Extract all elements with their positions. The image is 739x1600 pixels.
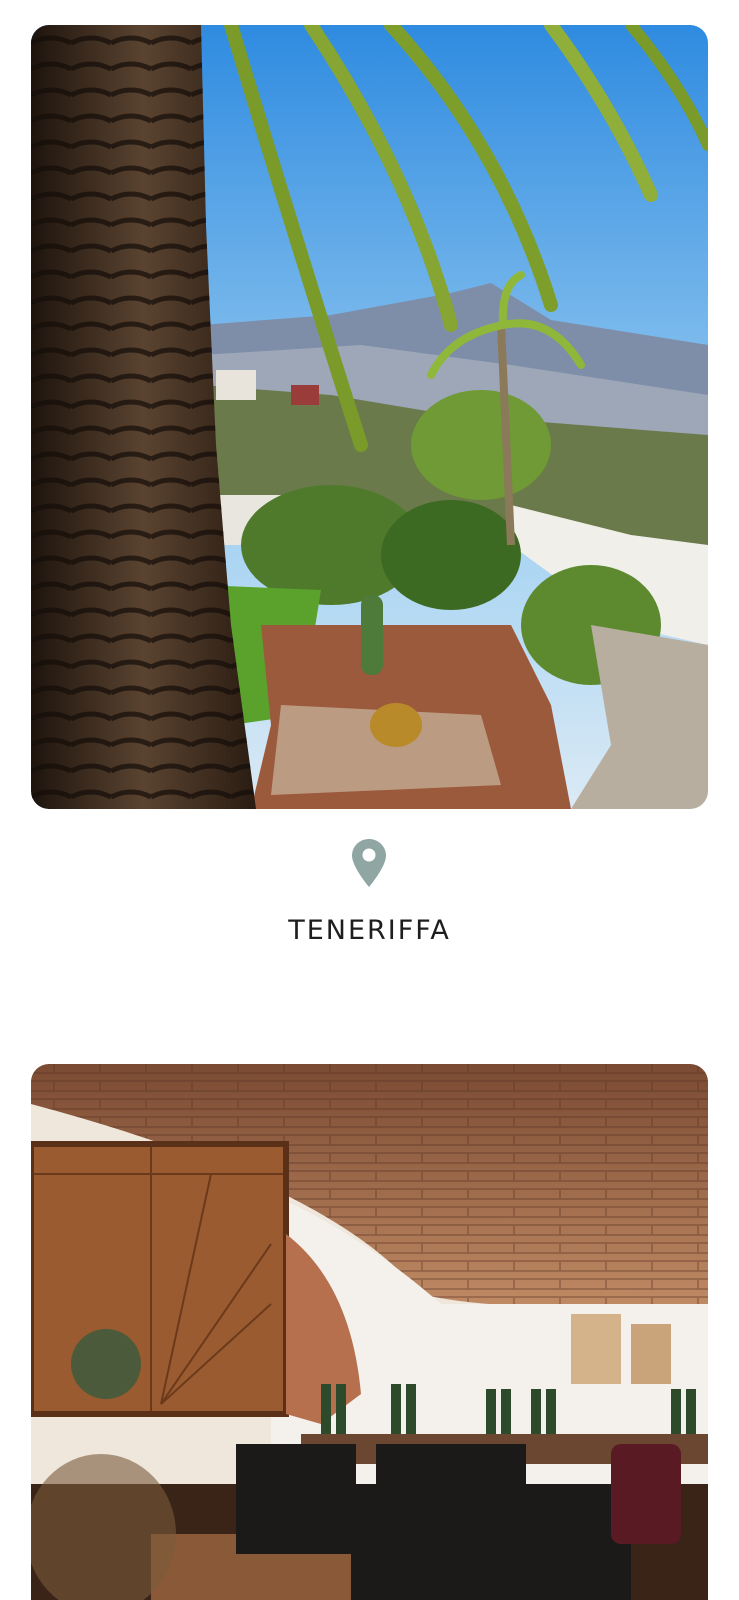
destination-image-tenerife[interactable] xyxy=(31,25,708,809)
cellar-photo xyxy=(31,1064,708,1600)
destination-title[interactable]: TENERIFFA xyxy=(0,915,739,946)
destination-image-cellar[interactable] xyxy=(31,1064,708,1600)
map-pin-icon xyxy=(352,839,386,887)
destinations-page: TENERIFFA xyxy=(0,0,739,1600)
tenerife-photo xyxy=(31,25,708,809)
